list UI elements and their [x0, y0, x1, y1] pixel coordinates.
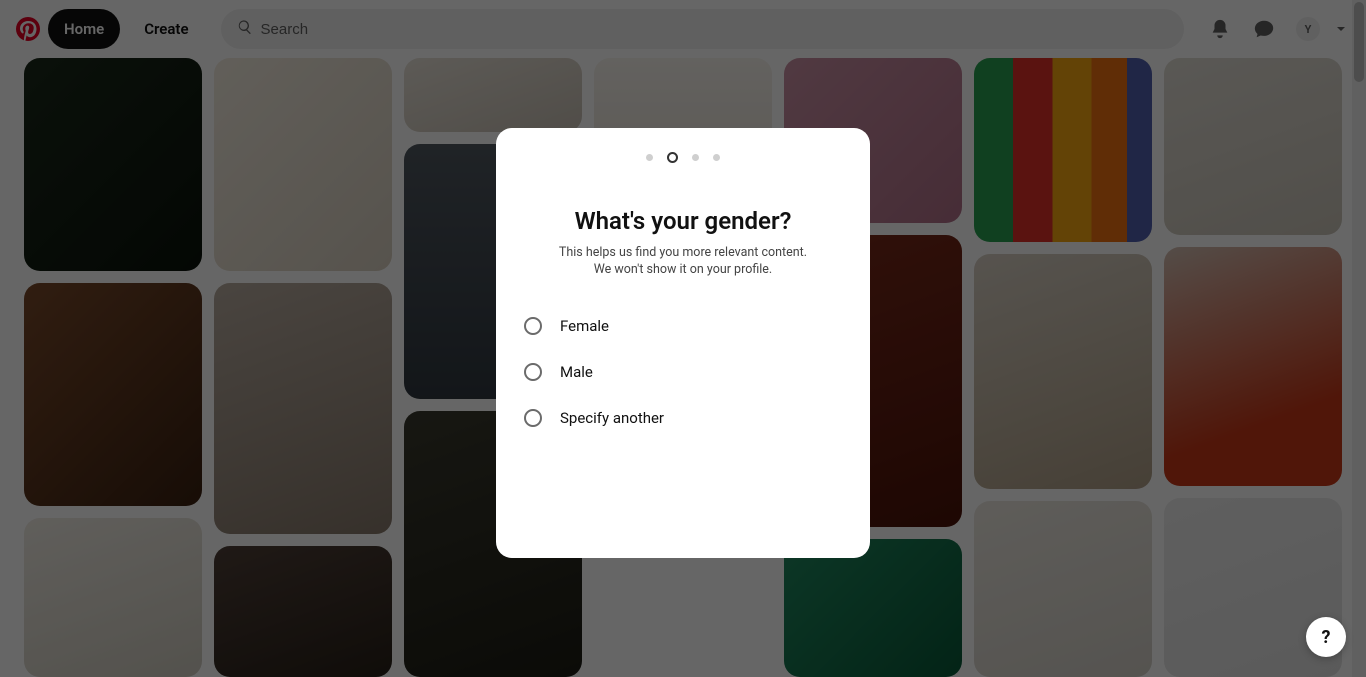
- option-male[interactable]: Male: [524, 355, 842, 389]
- option-specify-another[interactable]: Specify another: [524, 401, 842, 435]
- step-dot-active: [667, 152, 678, 163]
- step-dot: [692, 154, 699, 161]
- modal-overlay: What's your gender? This helps us find y…: [0, 0, 1366, 677]
- radio-icon: [524, 317, 542, 335]
- option-label: Female: [560, 317, 609, 335]
- gender-options: Female Male Specify another: [524, 309, 842, 435]
- step-indicator: [646, 154, 720, 165]
- option-female[interactable]: Female: [524, 309, 842, 343]
- help-button[interactable]: ?: [1306, 617, 1346, 657]
- question-mark-icon: ?: [1322, 627, 1331, 648]
- radio-icon: [524, 409, 542, 427]
- step-dot: [713, 154, 720, 161]
- modal-subtitle: This helps us find you more relevant con…: [553, 245, 813, 279]
- option-label: Male: [560, 363, 593, 381]
- radio-icon: [524, 363, 542, 381]
- step-dot: [646, 154, 653, 161]
- modal-title: What's your gender?: [575, 207, 792, 235]
- gender-modal: What's your gender? This helps us find y…: [496, 128, 870, 558]
- option-label: Specify another: [560, 409, 664, 427]
